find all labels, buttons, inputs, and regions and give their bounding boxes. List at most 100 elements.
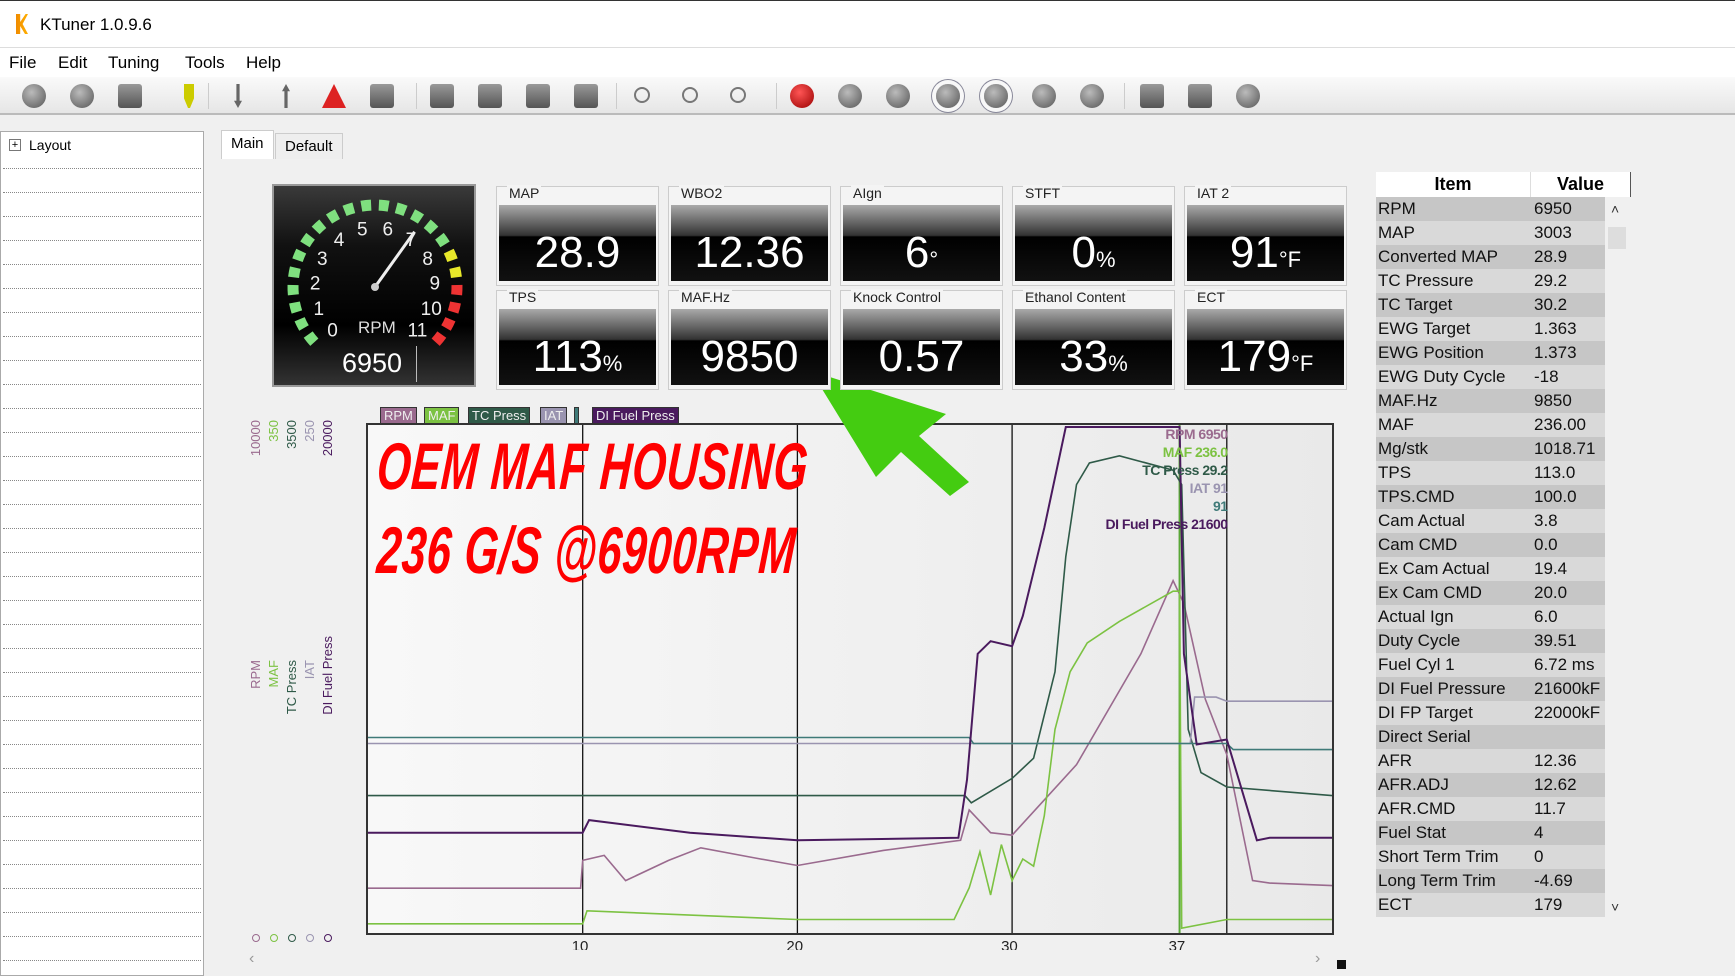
save-as-icon[interactable] (526, 84, 550, 108)
warning-icon[interactable] (322, 84, 346, 108)
compare-icon[interactable] (430, 84, 454, 108)
user-icon[interactable] (1140, 84, 1164, 108)
tree-row[interactable] (3, 888, 201, 889)
table-row[interactable]: Converted MAP 28.9 (1376, 245, 1605, 269)
tree-item-layout[interactable]: + Layout (9, 137, 71, 153)
tree-row[interactable] (3, 408, 201, 409)
table-vertical-scrollbar[interactable]: ˄ ˅ (1606, 197, 1628, 919)
tab-main[interactable]: Main (221, 130, 274, 159)
tree-row[interactable] (3, 264, 201, 265)
table-row[interactable]: TPS 113.0 (1376, 461, 1605, 485)
plug-icon[interactable] (184, 84, 194, 108)
pause-icon[interactable] (984, 84, 1008, 108)
table-row[interactable]: MAP 3003 (1376, 221, 1605, 245)
tab-default[interactable]: Default (275, 133, 343, 159)
table-row[interactable]: AFR.CMD 11.7 (1376, 797, 1605, 821)
table-row[interactable]: DI Fuel Pressure 21600kF (1376, 677, 1605, 701)
table-row[interactable]: EWG Target 1.363 (1376, 317, 1605, 341)
tree-row[interactable] (3, 792, 201, 793)
gear-icon[interactable] (1188, 84, 1212, 108)
tree-row[interactable] (3, 840, 201, 841)
table-row[interactable]: TPS.CMD 100.0 (1376, 485, 1605, 509)
tree-row[interactable] (3, 312, 201, 313)
disconnect-icon[interactable] (22, 84, 46, 108)
tree-row[interactable] (3, 864, 201, 865)
table-row[interactable]: TC Pressure 29.2 (1376, 269, 1605, 293)
tree-row[interactable] (3, 624, 201, 625)
tree-row[interactable] (3, 216, 201, 217)
tree-row[interactable] (3, 240, 201, 241)
table-row[interactable]: Cam CMD 0.0 (1376, 533, 1605, 557)
table-row[interactable]: ECT 179 (1376, 893, 1605, 917)
tree-row[interactable] (3, 648, 201, 649)
column-header-value[interactable]: Value (1531, 172, 1631, 197)
tree-row[interactable] (3, 696, 201, 697)
expand-icon[interactable]: + (9, 139, 21, 151)
tree-row[interactable] (3, 480, 201, 481)
tree-row[interactable] (3, 384, 201, 385)
table-row[interactable]: Actual Ign 6.0 (1376, 605, 1605, 629)
tree-row[interactable] (3, 528, 201, 529)
tree-row[interactable] (3, 360, 201, 361)
table-row[interactable]: EWG Duty Cycle -18 (1376, 365, 1605, 389)
legend-iat[interactable]: IAT (540, 407, 568, 424)
tree-row[interactable] (3, 936, 201, 937)
save-icon[interactable] (478, 84, 502, 108)
table-row[interactable]: Ex Cam Actual 19.4 (1376, 557, 1605, 581)
tree-row[interactable] (3, 576, 201, 577)
column-header-item[interactable]: Item (1376, 172, 1531, 197)
tree-row[interactable] (3, 456, 201, 457)
table-row[interactable]: Long Term Trim -4.69 (1376, 869, 1605, 893)
table-row[interactable]: Ex Cam CMD 20.0 (1376, 581, 1605, 605)
scroll-down-icon[interactable]: ˅ (1611, 899, 1619, 915)
menu-tuning[interactable]: Tuning (108, 53, 159, 73)
menu-file[interactable]: File (9, 53, 36, 73)
tree-row[interactable] (3, 336, 201, 337)
tree-row[interactable] (3, 192, 201, 193)
scroll-left-icon[interactable]: ‹ (249, 950, 254, 968)
zoom-out-icon[interactable] (730, 87, 746, 103)
table-row[interactable]: RPM 6950 (1376, 197, 1605, 221)
table-row[interactable]: AFR 12.36 (1376, 749, 1605, 773)
table-row[interactable]: EWG Position 1.373 (1376, 341, 1605, 365)
table-row[interactable]: DI FP Target 22000kF (1376, 701, 1605, 725)
legend-rpm[interactable]: RPM (380, 407, 417, 424)
tree-row[interactable] (3, 816, 201, 817)
tree-row[interactable] (3, 288, 201, 289)
scroll-up-icon[interactable]: ˄ (1611, 201, 1619, 217)
rewind-icon[interactable] (838, 84, 862, 108)
menu-tools[interactable]: Tools (185, 53, 225, 73)
chart-horizontal-scrollbar[interactable]: ‹ › (245, 950, 1335, 970)
table-row[interactable]: TC Target 30.2 (1376, 293, 1605, 317)
back-icon[interactable] (886, 84, 910, 108)
legend-di-fuel-press[interactable]: DI Fuel Press (592, 407, 679, 424)
table-row[interactable]: MAF.Hz 9850 (1376, 389, 1605, 413)
table-row[interactable]: Fuel Cyl 1 6.72 ms (1376, 653, 1605, 677)
table-row[interactable]: AFR.ADJ 12.62 (1376, 773, 1605, 797)
menu-help[interactable]: Help (246, 53, 281, 73)
tree-row[interactable] (3, 720, 201, 721)
menu-edit[interactable]: Edit (58, 53, 87, 73)
legend-maf[interactable]: MAF (424, 407, 460, 424)
tree-row[interactable] (3, 600, 201, 601)
monitor-icon[interactable] (370, 84, 394, 108)
tree-row[interactable] (3, 768, 201, 769)
tree-row[interactable] (3, 168, 201, 169)
tree-row[interactable] (3, 912, 201, 913)
tree-row[interactable] (3, 432, 201, 433)
upload-icon[interactable] (282, 84, 290, 108)
table-row[interactable]: Duty Cycle 39.51 (1376, 629, 1605, 653)
zoom-icon[interactable] (634, 87, 650, 103)
scroll-thumb[interactable] (1608, 227, 1626, 249)
record-icon[interactable] (790, 84, 814, 108)
play-icon[interactable] (936, 84, 960, 108)
download-icon[interactable] (234, 84, 242, 108)
connect-icon[interactable] (70, 84, 94, 108)
tree-row[interactable] (3, 672, 201, 673)
tree-row[interactable] (3, 960, 201, 961)
end-icon[interactable] (1080, 84, 1104, 108)
tree-row[interactable] (3, 504, 201, 505)
forward-icon[interactable] (1032, 84, 1056, 108)
chip-icon[interactable] (574, 84, 598, 108)
table-row[interactable]: Direct Serial (1376, 725, 1605, 749)
